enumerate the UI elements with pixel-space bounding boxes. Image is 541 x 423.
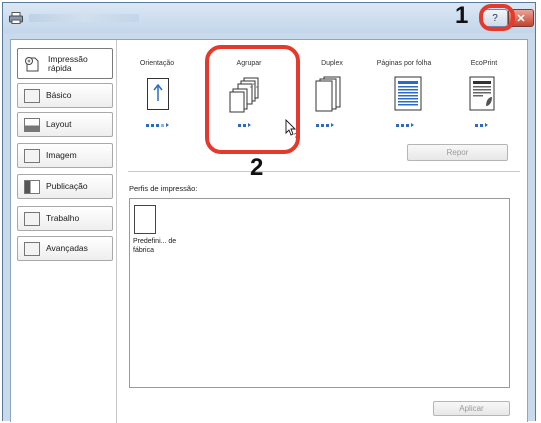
sidebar-item-label: Imagem — [46, 150, 77, 160]
job-icon — [24, 211, 40, 226]
orientation-dial — [146, 123, 169, 127]
column-label-duplex: Duplex — [321, 60, 343, 67]
profile-thumbnail — [134, 205, 156, 234]
callout-ring-collate — [205, 45, 300, 154]
sidebar-item-image[interactable]: Imagem — [17, 143, 113, 168]
basic-page-icon — [24, 88, 40, 103]
callout-number-2: 2 — [250, 154, 264, 181]
sidebar-item-label: Básico — [46, 90, 72, 100]
duplex-option[interactable] — [314, 76, 348, 134]
profile-item[interactable]: Predefini... de fábrica — [130, 199, 192, 265]
image-settings-icon — [24, 148, 40, 163]
quick-print-icon — [25, 56, 39, 71]
callout-ring-help — [479, 4, 515, 31]
advanced-icon — [24, 241, 40, 256]
pages-per-sheet-dial — [396, 123, 414, 127]
pages-per-sheet-icon — [394, 76, 422, 111]
divider — [128, 171, 520, 172]
profiles-label: Perfis de impressão: — [129, 184, 198, 193]
close-icon: ✕ — [516, 12, 526, 25]
column-label-orientation: Orientação — [139, 60, 175, 67]
duplex-dial — [316, 123, 334, 127]
column-label-ecoprint: EcoPrint — [470, 60, 498, 67]
sidebar-item-label: Impressão rápida — [48, 53, 88, 73]
window-title — [29, 14, 139, 22]
orientation-option[interactable] — [144, 76, 174, 134]
publishing-icon — [24, 179, 40, 194]
sidebar-item-publishing[interactable]: Publicação — [17, 174, 113, 199]
apply-button[interactable]: Aplicar — [433, 401, 510, 416]
sidebar-item-label: Publicação — [46, 181, 88, 191]
ecoprint-icon — [469, 76, 495, 111]
column-label-pages-per-sheet: Páginas por folha — [376, 60, 432, 67]
printer-icon — [9, 12, 23, 24]
profiles-list[interactable]: Predefini... de fábrica — [129, 198, 510, 388]
sidebar-item-quick-print[interactable]: Impressão rápida — [17, 48, 113, 79]
profile-name: Predefini... de fábrica — [133, 238, 177, 254]
pages-per-sheet-option[interactable] — [394, 76, 428, 134]
callout-number-1: 1 — [455, 2, 469, 29]
sidebar-item-layout[interactable]: Layout — [17, 112, 113, 137]
orientation-icon — [147, 78, 169, 110]
sidebar-item-label: Trabalho — [46, 213, 80, 223]
sidebar-item-job[interactable]: Trabalho — [17, 206, 113, 231]
layout-icon — [24, 117, 40, 132]
sidebar: Impressão rápida Básico Layout Imagem Pu… — [11, 40, 117, 423]
ecoprint-dial — [475, 123, 488, 127]
duplex-icon — [315, 76, 341, 112]
sidebar-item-advanced[interactable]: Avançadas — [17, 236, 113, 261]
sidebar-item-basic[interactable]: Básico — [17, 83, 113, 108]
quick-print-panel: Orientação Agrupar Duplex Páginas por fo… — [118, 40, 528, 423]
sidebar-item-label: Layout — [46, 119, 72, 129]
sidebar-item-label: Avançadas — [46, 243, 88, 253]
ecoprint-option[interactable] — [469, 76, 499, 134]
reset-button[interactable]: Repor — [407, 144, 508, 161]
